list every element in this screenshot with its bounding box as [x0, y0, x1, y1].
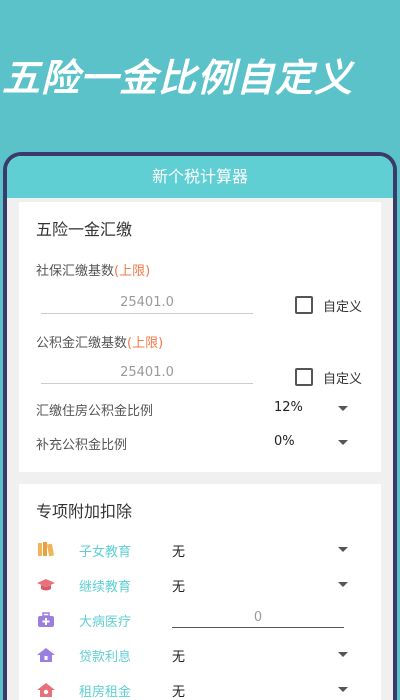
social-base-label-text: 社保汇缴基数: [36, 264, 115, 279]
extra-ratio-label: 补充公积金比例: [36, 438, 128, 453]
rent-dropdown-icon[interactable]: [338, 687, 348, 692]
serious-illness-amount-input[interactable]: [172, 608, 344, 628]
deduction-child-education-select[interactable]: 无: [172, 541, 185, 560]
insurance-section-title: 五险一金汇缴: [36, 220, 133, 239]
fund-base-input[interactable]: [41, 362, 253, 384]
continuing-education-dropdown-icon[interactable]: [338, 582, 348, 587]
medical-kit-icon: [38, 612, 54, 627]
fund-ratio-label: 汇缴住房公积金比例: [36, 404, 154, 419]
fund-ratio-select[interactable]: 12%: [274, 400, 303, 415]
fund-base-limit: (上限): [127, 336, 164, 351]
deduction-rent-label: 租房租金: [79, 685, 132, 700]
fund-base-custom-label[interactable]: 自定义: [323, 368, 362, 387]
extra-ratio-select[interactable]: 0%: [274, 434, 295, 449]
social-base-input[interactable]: [41, 292, 253, 314]
rent-house-icon: [37, 683, 55, 697]
app-bar-title: 新个税计算器: [7, 156, 393, 198]
child-education-dropdown-icon[interactable]: [338, 547, 348, 552]
deduction-continuing-education-label: 继续教育: [79, 580, 132, 595]
social-base-custom-checkbox[interactable]: [295, 296, 313, 314]
graduation-cap-icon: [37, 579, 55, 591]
phone-frame: 新个税计算器 五险一金汇缴 社保汇缴基数(上限) 自定义 公积金汇缴基数(上限)…: [3, 152, 397, 700]
deductions-section-title: 专项附加扣除: [36, 502, 133, 521]
fund-base-custom-checkbox[interactable]: [295, 368, 313, 386]
deductions-card: 专项附加扣除 子女教育 无 继续教育 无 大病医疗 0 贷款利息 无 租房租金 …: [19, 484, 381, 700]
fund-base-label-text: 公积金汇缴基数: [36, 336, 128, 351]
extra-ratio-dropdown-icon[interactable]: [338, 440, 348, 445]
social-base-label: 社保汇缴基数(上限): [36, 260, 150, 279]
social-base-custom-label[interactable]: 自定义: [323, 296, 362, 315]
fund-base-label: 公积金汇缴基数(上限): [36, 332, 163, 351]
deduction-loan-interest-select[interactable]: 无: [172, 646, 185, 665]
deduction-child-education-label: 子女教育: [79, 545, 132, 560]
deduction-continuing-education-select[interactable]: 无: [172, 576, 185, 595]
social-base-limit: (上限): [114, 264, 151, 279]
deduction-rent-select[interactable]: 无: [172, 681, 185, 700]
app-screen: 新个税计算器 五险一金汇缴 社保汇缴基数(上限) 自定义 公积金汇缴基数(上限)…: [7, 156, 393, 700]
deduction-loan-interest-label: 贷款利息: [79, 650, 132, 665]
deduction-serious-illness-label: 大病医疗: [79, 615, 132, 630]
insurance-card: 五险一金汇缴 社保汇缴基数(上限) 自定义 公积金汇缴基数(上限) 自定义 汇缴…: [19, 202, 381, 472]
books-icon: [38, 542, 54, 557]
promo-title: 五险一金比例自定义: [2, 56, 354, 100]
house-icon: [37, 648, 55, 662]
loan-interest-dropdown-icon[interactable]: [338, 652, 348, 657]
fund-ratio-dropdown-icon[interactable]: [338, 406, 348, 411]
